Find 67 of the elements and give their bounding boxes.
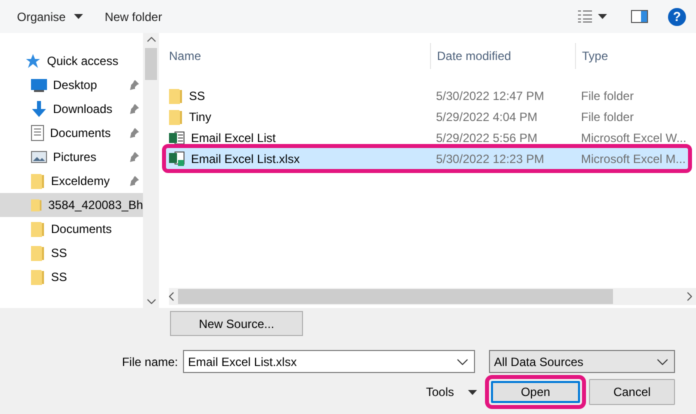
scrollbar-thumb[interactable] (145, 48, 157, 80)
file-row[interactable]: SS 5/30/2022 12:47 PM File folder (166, 85, 696, 106)
horizontal-scrollbar[interactable] (169, 288, 696, 305)
sidebar-item[interactable]: Quick access (0, 49, 143, 73)
caret-icon (468, 390, 478, 394)
type-cell-text: Microsoft Excel W... (580, 130, 688, 144)
type-cell-text: File folder (580, 110, 635, 124)
preview-pane-icon[interactable] (631, 10, 648, 23)
caret-icon (74, 14, 83, 19)
chevron-down-icon[interactable] (457, 358, 468, 364)
down-arrow-icon (31, 101, 47, 117)
chevron-down-icon[interactable] (146, 299, 156, 304)
sidebar-item[interactable]: Documents (0, 121, 143, 145)
chevron-right-icon[interactable] (687, 292, 692, 301)
monitor-icon (31, 78, 47, 92)
folder-icon (31, 221, 45, 237)
new-source-button[interactable]: New Source... (170, 311, 303, 336)
spreadsheet-icon (169, 130, 185, 144)
folder-icon (31, 245, 45, 261)
dialog-button[interactable]: Cancel (589, 379, 676, 405)
chevron-up-icon[interactable] (146, 37, 156, 42)
file-row[interactable]: Email Excel List.xlsx 5/30/2022 12:23 PM Microsoft Excel M... (166, 148, 688, 169)
column-header[interactable]: Type (575, 43, 696, 69)
column-header[interactable]: Name (169, 43, 430, 69)
star-icon (25, 53, 41, 69)
file-name: Tiny (189, 110, 212, 124)
file-row[interactable]: Tiny 5/29/2022 4:04 PM File folder (166, 106, 696, 127)
type-cell-text: Microsoft Excel M... (580, 152, 687, 166)
chevron-down-icon[interactable] (657, 358, 668, 364)
date-cell-text: 5/30/2022 12:23 PM (435, 152, 546, 166)
file-type-dropdown[interactable]: All Data Sources (489, 350, 675, 373)
file-name-field[interactable]: Email Excel List.xlsx (183, 350, 475, 373)
folder-icon (169, 88, 183, 104)
spreadsheet-icon (169, 151, 185, 166)
file-name-label: File name: (120, 354, 179, 368)
date-cell-text: 5/30/2022 12:47 PM (435, 88, 546, 102)
file-name: Email Excel List (191, 130, 276, 144)
scrollbar-thumb[interactable] (178, 289, 613, 304)
folder-icon (169, 108, 183, 124)
file-name: Email Excel List.xlsx (191, 152, 300, 166)
organise-menu[interactable]: Organise (17, 8, 83, 26)
sidebar-item[interactable]: 3584_420083_Bh (0, 193, 143, 217)
vertical-scrollbar[interactable] (143, 33, 159, 308)
file-row[interactable]: Email Excel List 5/29/2022 5:56 PM Microsoft Excel W... (166, 127, 696, 148)
sidebar-item[interactable]: Documents (0, 217, 143, 241)
sidebar-item[interactable]: SS (0, 265, 143, 289)
sidebar-item[interactable]: Exceldemy (0, 169, 143, 193)
sidebar-item[interactable]: Desktop (0, 73, 143, 97)
date-cell-text: 5/29/2022 5:56 PM (435, 130, 538, 144)
sidebar-item[interactable]: Downloads (0, 97, 143, 121)
picture-icon (31, 151, 47, 163)
folder-icon (31, 173, 45, 189)
folder-icon (31, 269, 45, 285)
chevron-left-icon[interactable] (169, 292, 174, 301)
caret-icon (598, 14, 607, 19)
file-name: SS (189, 88, 206, 102)
help-button[interactable]: ? (668, 8, 686, 26)
new-folder-button[interactable]: New folder (104, 8, 162, 26)
date-cell-text: 5/29/2022 4:04 PM (435, 110, 538, 124)
folder-icon (31, 197, 42, 213)
document-icon (31, 125, 44, 141)
column-header[interactable]: Date modified (430, 43, 575, 69)
sidebar-item[interactable]: SS (0, 241, 143, 265)
tools-menu[interactable]: Tools (426, 385, 478, 399)
sidebar-item[interactable]: Pictures (0, 145, 143, 169)
type-cell-text: File folder (580, 88, 635, 102)
view-list-icon[interactable] (578, 10, 592, 23)
